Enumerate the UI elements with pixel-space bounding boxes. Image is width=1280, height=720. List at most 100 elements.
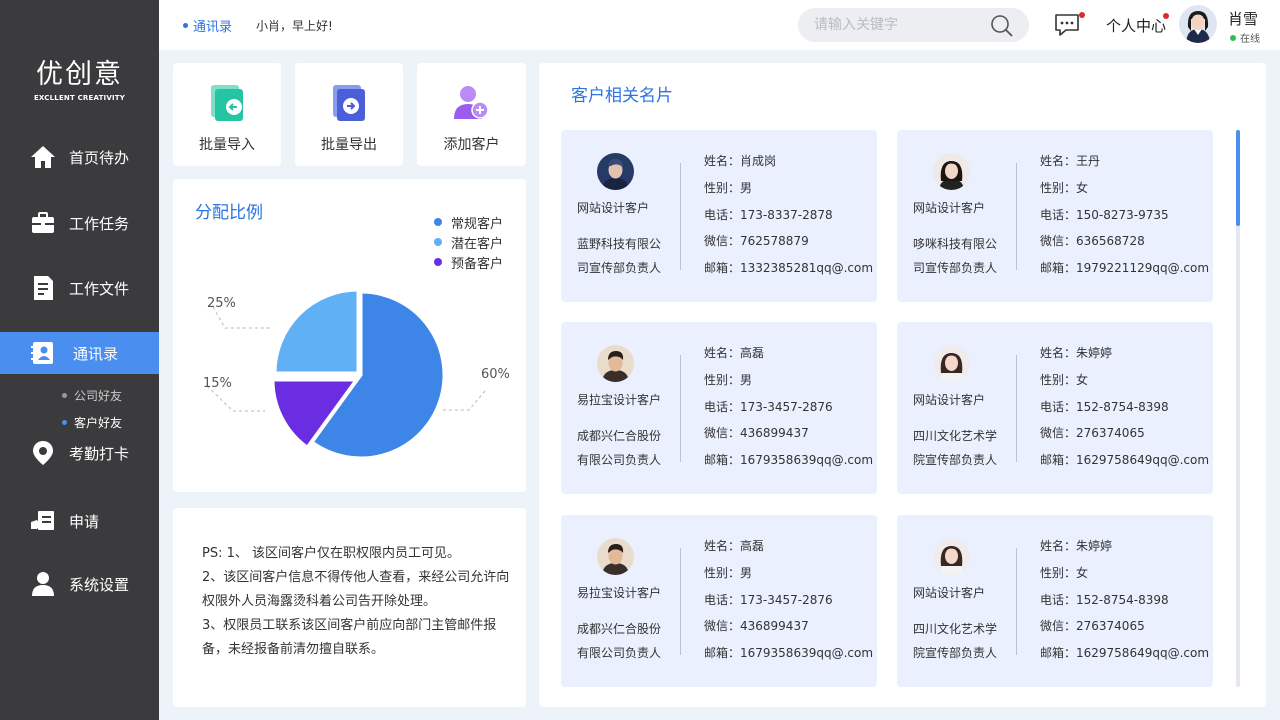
bullet-icon <box>183 23 188 28</box>
contact-card[interactable]: 易拉宝设计客户 成都兴仁合股份有限公司负责人 姓名：高磊 性别：男 电话：173… <box>561 322 877 494</box>
nav-label: 考勤打卡 <box>69 444 130 463</box>
note-line: 2、该区间客户信息不得传他人查看，来经公司允许向权限外人员海露烫科着公司告开除处… <box>202 570 510 609</box>
nav-item-attendance[interactable]: 考勤打卡 <box>0 432 159 474</box>
nav-label: 工作文件 <box>69 279 130 298</box>
notification-dot <box>1079 12 1085 18</box>
contact-phone: 电话：152-8754-8398 <box>1040 592 1169 607</box>
nav-item-contacts[interactable]: 通讯录 <box>0 332 159 374</box>
logo-subtitle: EXCLLENT CREATIVITY <box>33 94 126 102</box>
nav-item-apply[interactable]: 申请 <box>0 500 159 542</box>
bullet-icon <box>62 393 67 398</box>
client-type: 易拉宝设计客户 <box>577 393 662 407</box>
breadcrumb-label: 通讯录 <box>193 20 233 35</box>
contact-phone: 电话：173-3457-2876 <box>704 592 833 607</box>
contact-phone: 电话：173-3457-2876 <box>704 399 833 414</box>
client-company: 成都兴仁合股份有限公司负责人 <box>577 429 662 467</box>
nav-item-tasks[interactable]: 工作任务 <box>0 202 159 244</box>
add-client-label: 添加客户 <box>443 137 500 153</box>
nav-label: 申请 <box>69 512 100 531</box>
contact-email: 邮箱：1979221129qq@.com <box>1040 261 1210 276</box>
personal-center-link[interactable]: 个人中心 <box>1106 15 1166 36</box>
user-settings-icon <box>32 572 54 596</box>
client-type: 网站设计客户 <box>577 201 650 215</box>
contact-name: 姓名：肖成岗 <box>704 154 777 168</box>
avatar-male-2 <box>597 345 634 382</box>
avatar <box>597 538 634 575</box>
card-divider <box>1016 355 1017 462</box>
contact-card[interactable]: 网站设计客户 蓝野科技有限公司宣传部负责人 姓名：肖成岗 性别：男 电话：173… <box>561 130 877 302</box>
contact-wechat: 微信：276374065 <box>1040 619 1145 634</box>
batch-export-label: 批量导出 <box>321 137 377 153</box>
nav-label: 系统设置 <box>69 575 130 594</box>
subnav-label: 客户好友 <box>74 416 123 430</box>
card-divider <box>1016 163 1017 270</box>
nav-item-settings[interactable]: 系统设置 <box>0 563 159 605</box>
user-status: 在线 <box>1230 30 1260 45</box>
greeting-text: 小肖，早上好! <box>256 19 333 33</box>
contact-wechat: 微信：436899437 <box>704 426 809 441</box>
contact-wechat: 微信：636568728 <box>1040 234 1145 249</box>
avatar-female-2 <box>933 345 970 382</box>
client-type: 网站设计客户 <box>913 201 986 215</box>
subnav-client-friends[interactable]: 客户好友 <box>62 414 122 431</box>
pie-label-potential: 25% <box>207 296 236 311</box>
contact-card[interactable]: 易拉宝设计客户 成都兴仁合股份有限公司负责人 姓名：高磊 性别：男 电话：173… <box>561 515 877 687</box>
contact-card[interactable]: 网站设计客户 四川文化艺术学院宣传部负责人 姓名：朱婷婷 性别：女 电话：152… <box>897 515 1213 687</box>
contact-name: 姓名：高磊 <box>704 539 765 553</box>
nav-item-files[interactable]: 工作文件 <box>0 267 159 309</box>
add-user-icon <box>454 86 489 119</box>
contact-name: 姓名：王丹 <box>1040 154 1101 168</box>
contact-gender: 性别：男 <box>704 565 753 580</box>
user-status-label: 在线 <box>1240 34 1260 45</box>
add-client-button[interactable]: 添加客户 <box>417 63 526 166</box>
note-line: PS: 1、 该区间客户仅在职权限内员工可见。 <box>202 546 461 561</box>
search-input[interactable] <box>814 8 984 42</box>
contacts-panel: 客户相关名片 网站设计客户 蓝野科技有限公司宣传部负责人 姓名：肖成岗 性别：男… <box>539 63 1266 707</box>
contact-card[interactable]: 网站设计客户 四川文化艺术学院宣传部负责人 姓名：朱婷婷 性别：女 电话：152… <box>897 322 1213 494</box>
subnav-company-friends[interactable]: 公司好友 <box>62 387 122 404</box>
home-icon <box>31 146 55 168</box>
batch-export-button[interactable]: 批量导出 <box>295 63 403 166</box>
batch-import-button[interactable]: 批量导入 <box>173 63 281 166</box>
scrollbar-thumb[interactable] <box>1236 130 1240 226</box>
avatar <box>933 538 970 575</box>
contact-wechat: 微信：762578879 <box>704 234 809 249</box>
contacts-icon <box>31 342 53 364</box>
contacts-title: 客户相关名片 <box>571 86 673 106</box>
client-type: 易拉宝设计客户 <box>577 586 662 600</box>
contact-email: 邮箱：1679358639qq@.com <box>704 646 874 661</box>
nav-label: 通讯录 <box>73 344 119 363</box>
contact-card[interactable]: 网站设计客户 哆咪科技有限公司宣传部负责人 姓名：王丹 性别：女 电话：150-… <box>897 130 1213 302</box>
pie-chart <box>206 288 486 460</box>
contact-fields: 姓名：朱婷婷 性别：女 电话：152-8754-8398 微信：27637406… <box>1040 533 1209 667</box>
contact-fields: 姓名：高磊 性别：男 电话：173-3457-2876 微信：436899437… <box>704 533 873 667</box>
briefcase-icon <box>32 212 54 233</box>
pie-label-reserve: 15% <box>203 376 232 391</box>
contact-name: 姓名：朱婷婷 <box>1040 346 1113 360</box>
contact-phone: 电话：150-8273-9735 <box>1040 207 1169 222</box>
search-icon[interactable] <box>990 14 1014 38</box>
distribution-panel: 分配比例 常规客户 潜在客户 预备客户 25% 15% 60% <box>173 179 526 492</box>
contact-gender: 性别：男 <box>704 372 753 387</box>
breadcrumb[interactable]: 通讯录 <box>183 16 232 35</box>
leader-line <box>441 390 486 411</box>
client-type: 网站设计客户 <box>913 393 986 407</box>
application-icon <box>31 511 54 530</box>
contact-fields: 姓名：高磊 性别：男 电话：173-3457-2876 微信：436899437… <box>704 340 873 474</box>
pie-slice-potential <box>273 288 360 375</box>
card-divider <box>680 548 681 655</box>
avatar-female-2 <box>933 538 970 575</box>
avatar-male-2 <box>597 538 634 575</box>
pie-label-regular: 60% <box>481 367 510 382</box>
client-company: 四川文化艺术学院宣传部负责人 <box>913 429 998 467</box>
contact-phone: 电话：173-8337-2878 <box>704 207 833 222</box>
sidebar: 优创意 EXCLLENT CREATIVITY 首页待办 工作任务 工作文件 通… <box>0 0 159 720</box>
search-bar <box>798 8 1029 42</box>
contact-fields: 姓名：朱婷婷 性别：女 电话：152-8754-8398 微信：27637406… <box>1040 340 1209 474</box>
avatar-male-1 <box>597 153 634 190</box>
card-divider <box>680 163 681 270</box>
user-avatar[interactable] <box>1179 5 1217 43</box>
document-icon <box>34 276 53 300</box>
nav-item-home[interactable]: 首页待办 <box>0 136 159 178</box>
contact-phone: 电话：152-8754-8398 <box>1040 399 1169 414</box>
